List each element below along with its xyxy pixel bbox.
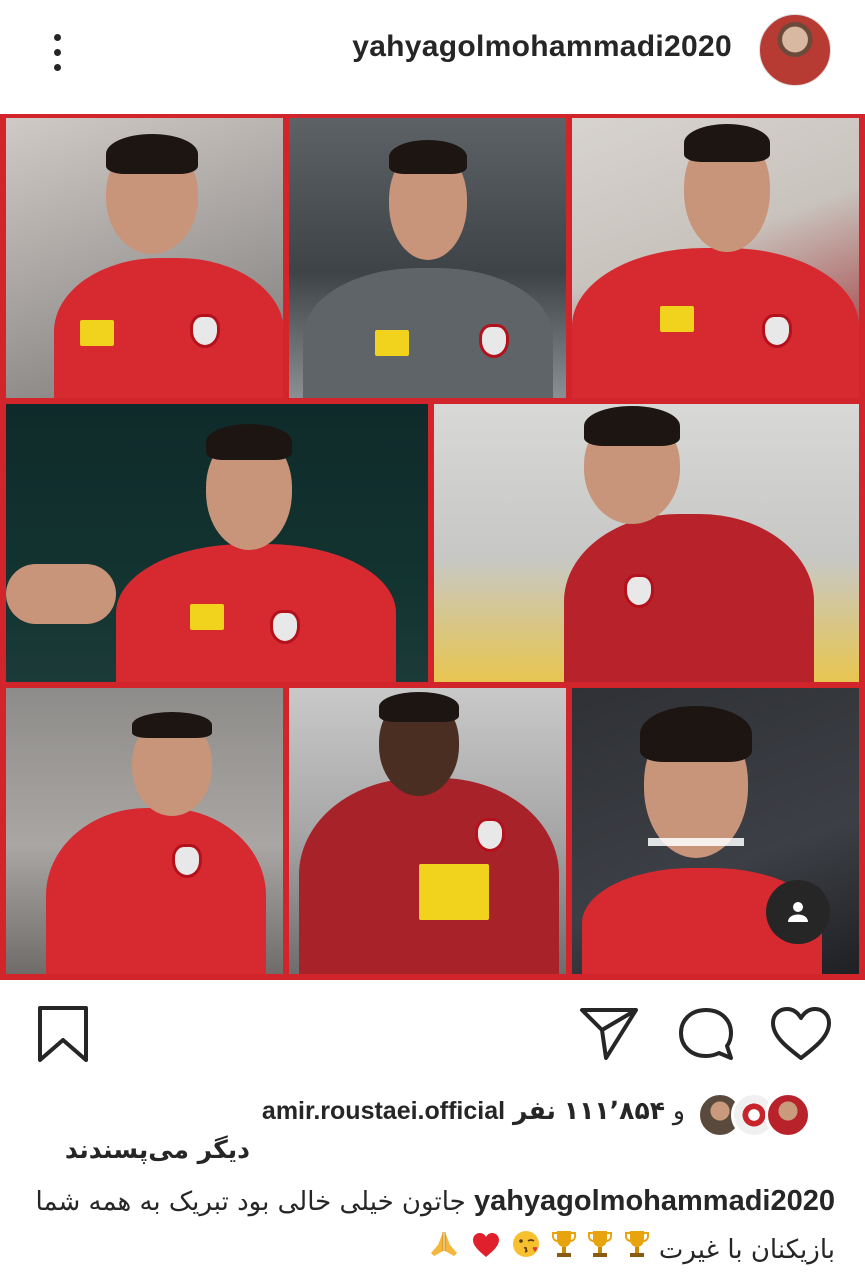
likes-count: ۱۱۱٬۸۵۴ (563, 1096, 665, 1125)
comment-icon[interactable] (675, 1004, 737, 1068)
trophy-emoji (587, 1227, 613, 1275)
liker-avatars (697, 1092, 815, 1138)
likes-summary[interactable]: و ۱۱۱٬۸۵۴ نفر amir.roustaei.official دیگ… (0, 1088, 865, 1168)
post-author-username[interactable]: yahyagolmohammadi2020 (352, 30, 732, 64)
collage-photo-5 (434, 404, 859, 682)
collage-photo-2 (289, 118, 566, 398)
bookmark-icon[interactable] (36, 1004, 90, 1068)
red-heart-emoji (471, 1227, 501, 1275)
collage-photo-1 (6, 118, 283, 398)
tagged-people-button[interactable] (766, 880, 830, 944)
author-avatar[interactable] (759, 14, 831, 86)
more-options-icon[interactable] (40, 26, 74, 78)
trophy-emoji (551, 1227, 577, 1275)
trophy-emoji (624, 1227, 650, 1275)
kiss-emoji (511, 1227, 541, 1275)
post-image-collage[interactable] (0, 114, 865, 980)
folded-hands-emoji (428, 1227, 460, 1275)
post-actions-bar (0, 990, 865, 1080)
send-icon[interactable] (578, 1004, 640, 1066)
liker-avatar (765, 1092, 811, 1138)
liker-username[interactable]: amir.roustaei.official (262, 1097, 505, 1125)
post-caption: yahyagolmohammadi2020 جاتون خیلی خالی بو… (30, 1177, 835, 1275)
post-header: yahyagolmohammadi2020 (0, 0, 865, 104)
likes-others-text: دیگر می‌پسندند (64, 1135, 250, 1164)
likes-unit: نفر (513, 1096, 556, 1125)
collage-photo-6 (6, 688, 283, 974)
person-icon (788, 902, 808, 922)
likes-conjunction: و (672, 1096, 685, 1125)
caption-username[interactable]: yahyagolmohammadi2020 (474, 1185, 835, 1217)
collage-photo-4 (6, 404, 428, 682)
collage-photo-3 (572, 118, 859, 398)
likes-text: و ۱۱۱٬۸۵۴ نفر amir.roustaei.official (262, 1096, 685, 1126)
collage-photo-7 (289, 688, 566, 974)
heart-icon[interactable] (768, 1004, 834, 1068)
